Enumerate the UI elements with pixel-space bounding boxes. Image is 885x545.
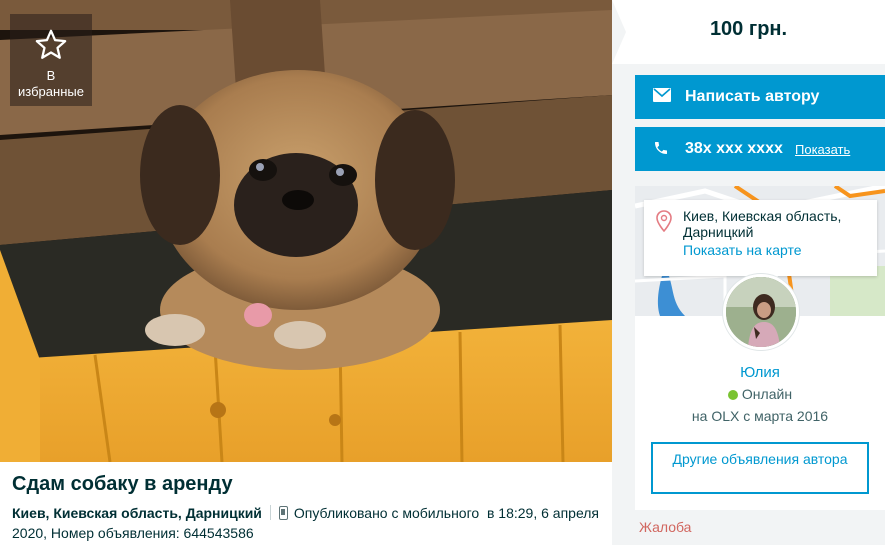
phone-button[interactable]: 38x xxx xxxx Показать <box>635 127 885 171</box>
phone-icon <box>655 142 667 154</box>
show-on-map-link[interactable]: Показать на карте <box>683 242 802 258</box>
ad-price: 100 грн. <box>709 18 788 40</box>
seller-card: Киев, Киевская область, Дарницкий Показа… <box>635 186 885 510</box>
write-to-author-button[interactable]: Написать автору <box>635 75 885 119</box>
online-dot-icon <box>727 390 738 400</box>
ad-photo[interactable]: В избранные <box>0 0 612 462</box>
ad-meta: Киев, Киевская область, Дарницкий Опублик… <box>12 503 602 543</box>
ad-title: Сдам собаку в аренду <box>12 473 233 495</box>
favorites-label-line1: В <box>46 68 56 83</box>
mobile-icon <box>278 506 288 520</box>
avatar[interactable] <box>723 274 799 350</box>
star-icon <box>35 29 67 59</box>
envelope-icon <box>653 88 671 102</box>
phone-number: 38x xxx xxxx <box>685 140 783 157</box>
location-pin-icon <box>656 210 672 232</box>
complaint-link[interactable]: Жалоба <box>639 519 691 535</box>
seller-photo <box>726 277 796 347</box>
write-button-label: Написать автору <box>685 88 820 105</box>
address-text: Киев, Киевская область, Дарницкий <box>683 208 842 240</box>
address-bubble: Киев, Киевская область, Дарницкий Показа… <box>644 200 877 283</box>
seller-name-link[interactable]: Юлия <box>635 364 885 381</box>
price-box: 100 грн. <box>612 0 885 64</box>
meta-divider <box>269 505 271 520</box>
ad-published-label: Опубликовано с мобильного <box>293 505 480 521</box>
online-label: Онлайн <box>741 386 793 402</box>
ad-page: В избранные Сдам собаку в аренду Киев, К… <box>0 0 885 545</box>
member-since: на OLX с марта 2016 <box>691 408 829 424</box>
online-status: Онлайн <box>635 386 885 402</box>
favorites-label-line2: избранные <box>18 84 84 99</box>
show-phone-link[interactable]: Показать <box>795 142 850 157</box>
ad-location: Киев, Киевская область, Дарницкий <box>12 505 262 521</box>
add-to-favorites-button[interactable]: В избранные <box>10 14 92 106</box>
other-ads-button[interactable]: Другие объявления автора <box>651 442 869 494</box>
